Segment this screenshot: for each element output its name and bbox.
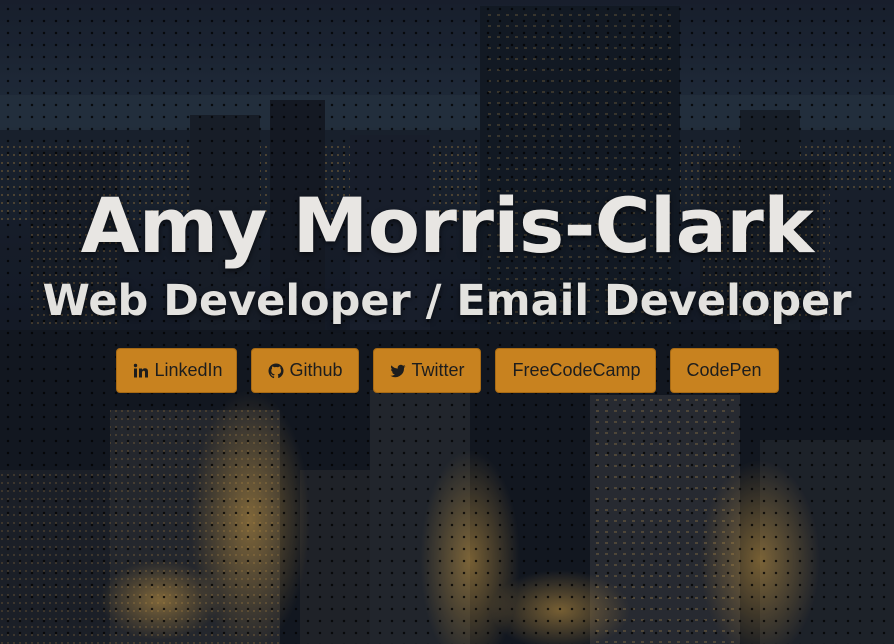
- github-icon: [268, 363, 284, 379]
- social-links: LinkedIn Github Twitter FreeCodeCamp Cod…: [0, 348, 894, 393]
- page-title: Amy Morris-Clark: [80, 181, 814, 270]
- github-button[interactable]: Github: [250, 348, 359, 393]
- twitter-button[interactable]: Twitter: [372, 348, 481, 393]
- hero-content: Amy Morris-Clark Web Developer / Email D…: [0, 176, 894, 393]
- linkedin-label: LinkedIn: [154, 360, 223, 380]
- linkedin-icon: [133, 363, 149, 379]
- hero-section: Amy Morris-Clark Web Developer / Email D…: [0, 0, 894, 644]
- codepen-button[interactable]: CodePen: [669, 348, 779, 393]
- linkedin-button[interactable]: LinkedIn: [115, 348, 237, 393]
- codepen-label: CodePen: [686, 360, 762, 380]
- freecodecamp-label: FreeCodeCamp: [512, 360, 641, 380]
- twitter-icon: [389, 363, 406, 379]
- twitter-label: Twitter: [411, 360, 465, 380]
- subtitle: Web Developer / Email Developer: [42, 276, 852, 326]
- freecodecamp-button[interactable]: FreeCodeCamp: [494, 348, 656, 393]
- github-label: Github: [289, 360, 343, 380]
